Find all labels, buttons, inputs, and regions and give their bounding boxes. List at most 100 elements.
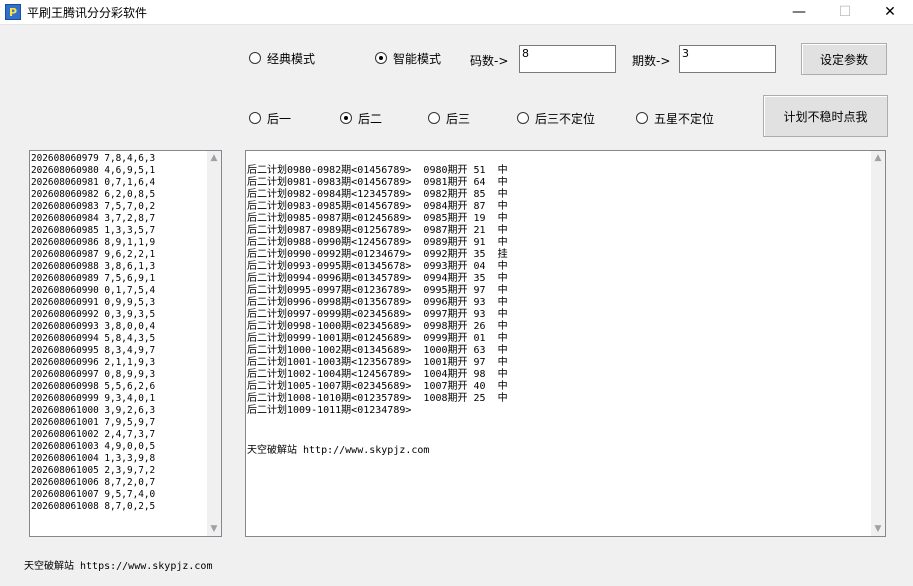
close-button[interactable]: ✕ — [867, 0, 913, 24]
history-row[interactable]: 202608060982 6,2,0,8,5 — [31, 189, 207, 201]
smart-mode-label: 智能模式 — [393, 51, 442, 66]
history-row[interactable]: 202608060983 7,5,7,0,2 — [31, 201, 207, 213]
radio-position-3[interactable]: 后三 — [428, 110, 470, 126]
history-row[interactable]: 202608060988 3,8,6,1,3 — [31, 261, 207, 273]
radio-smart-mode[interactable]: 智能模式 — [375, 50, 441, 66]
history-row[interactable]: 202608060992 0,3,9,3,5 — [31, 309, 207, 321]
history-row[interactable]: 202608060991 0,9,9,5,3 — [31, 297, 207, 309]
plan-line: 后二计划0993-0995期<01345678> 0993期开 04 中 — [247, 261, 508, 272]
plan-line: 后二计划1000-1002期<01345689> 1000期开 63 中 — [247, 345, 508, 356]
plan-lines: 后二计划0980-0982期<01456789> 0980期开 51 中后二计划… — [247, 165, 871, 417]
plan-line: 后二计划0980-0982期<01456789> 0980期开 51 中 — [247, 165, 508, 176]
radio-position-5-dot — [636, 112, 648, 124]
radio-position-2-dot — [340, 112, 352, 124]
app-icon: P — [5, 4, 21, 20]
title-bar: P 平刷王腾讯分分彩软件 — ☐ ✕ — [0, 0, 913, 24]
plan-scroll-up-icon[interactable]: ▲ — [871, 151, 885, 165]
history-row[interactable]: 202608061003 4,9,0,0,5 — [31, 441, 207, 453]
plan-output[interactable]: 后二计划0980-0982期<01456789> 0980期开 51 中后二计划… — [245, 150, 886, 537]
plan-line: 后二计划0990-0992期<01234679> 0992期开 35 挂 — [247, 249, 508, 260]
history-row[interactable]: 202608061007 9,5,7,4,0 — [31, 489, 207, 501]
radio-classic-dot — [249, 52, 261, 64]
radio-position-4-dot — [517, 112, 529, 124]
code-count-input[interactable]: 8 — [519, 45, 616, 73]
plan-line: 后二计划0995-0997期<01236789> 0995期开 97 中 — [247, 285, 508, 296]
history-row[interactable]: 202608061001 7,9,5,9,7 — [31, 417, 207, 429]
window-title: 平刷王腾讯分分彩软件 — [27, 5, 148, 20]
history-row[interactable]: 202608060995 8,3,4,9,7 — [31, 345, 207, 357]
history-row[interactable]: 202608061004 1,3,3,9,8 — [31, 453, 207, 465]
maximize-button[interactable]: ☐ — [822, 0, 868, 24]
history-row[interactable]: 202608061006 8,7,2,0,7 — [31, 477, 207, 489]
plan-line: 后二计划1008-1010期<01235789> 1008期开 25 中 — [247, 393, 508, 404]
plan-line: 后二计划1001-1003期<12356789> 1001期开 97 中 — [247, 357, 508, 368]
history-row[interactable]: 202608060999 9,3,4,0,1 — [31, 393, 207, 405]
period-count-input[interactable]: 3 — [679, 45, 776, 73]
plan-footer: 天空破解站 http://www.skypjz.com — [247, 445, 430, 456]
radio-position-1[interactable]: 后一 — [249, 110, 291, 126]
history-row[interactable]: 202608061000 3,9,2,6,3 — [31, 405, 207, 417]
history-row[interactable]: 202608060998 5,5,6,2,6 — [31, 381, 207, 393]
position-2-label: 后二 — [358, 111, 383, 126]
radio-position-2[interactable]: 后二 — [340, 110, 382, 126]
position-1-label: 后一 — [267, 111, 292, 126]
classic-mode-label: 经典模式 — [267, 51, 316, 66]
position-3-label: 后三 — [446, 111, 471, 126]
radio-position-3-dot — [428, 112, 440, 124]
history-row[interactable]: 202608060997 0,8,9,9,3 — [31, 369, 207, 381]
history-row[interactable]: 202608060996 2,1,1,9,3 — [31, 357, 207, 369]
minimize-icon: — — [792, 4, 806, 20]
plan-line: 后二计划0987-0989期<01256789> 0987期开 21 中 — [247, 225, 508, 236]
history-row[interactable]: 202608061008 8,7,0,2,5 — [31, 501, 207, 513]
scroll-up-icon[interactable]: ▲ — [207, 151, 221, 165]
radio-position-1-dot — [249, 112, 261, 124]
history-row[interactable]: 202608060993 3,8,0,0,4 — [31, 321, 207, 333]
history-list[interactable]: 202608060979 7,8,4,6,3 202608060980 4,6,9… — [29, 150, 222, 537]
history-row[interactable]: 202608060985 1,3,3,5,7 — [31, 225, 207, 237]
status-text: 天空破解站 https://www.skypjz.com — [24, 561, 213, 572]
history-row[interactable]: 202608060980 4,6,9,5,1 — [31, 165, 207, 177]
history-row[interactable]: 202608060989 7,5,6,9,1 — [31, 273, 207, 285]
history-row[interactable]: 202608061002 2,4,7,3,7 — [31, 429, 207, 441]
history-row[interactable]: 202608060984 3,7,2,8,7 — [31, 213, 207, 225]
plan-line: 后二计划0999-1001期<01245689> 0999期开 01 中 — [247, 333, 508, 344]
plan-line: 后二计划0983-0985期<01456789> 0984期开 87 中 — [247, 201, 508, 212]
radio-position-4[interactable]: 后三不定位 — [517, 110, 595, 126]
plan-line: 后二计划0982-0984期<12345789> 0982期开 85 中 — [247, 189, 508, 200]
title-divider — [0, 24, 913, 25]
position-5-label: 五星不定位 — [654, 111, 715, 126]
radio-position-5[interactable]: 五星不定位 — [636, 110, 714, 126]
history-row[interactable]: 202608060994 5,8,4,3,5 — [31, 333, 207, 345]
unstable-plan-button[interactable]: 计划不稳时点我 — [763, 95, 888, 137]
plan-line: 后二计划0997-0999期<02345689> 0997期开 93 中 — [247, 309, 508, 320]
plan-line: 后二计划0994-0996期<01345789> 0994期开 35 中 — [247, 273, 508, 284]
history-row[interactable]: 202608060981 0,7,1,6,4 — [31, 177, 207, 189]
plan-line: 后二计划1005-1007期<02345689> 1007期开 40 中 — [247, 381, 508, 392]
maximize-icon: ☐ — [838, 4, 852, 20]
close-icon: ✕ — [884, 4, 896, 20]
history-rows: 202608060979 7,8,4,6,3 202608060980 4,6,9… — [31, 153, 207, 513]
radio-classic-mode[interactable]: 经典模式 — [249, 50, 315, 66]
history-row[interactable]: 202608061005 2,3,9,7,2 — [31, 465, 207, 477]
code-count-label: 码数-> — [470, 54, 509, 68]
plan-line: 后二计划0988-0990期<12456789> 0989期开 91 中 — [247, 237, 508, 248]
history-scrollbar[interactable]: ▲ ▼ — [207, 151, 221, 536]
plan-line: 后二计划0985-0987期<01245689> 0985期开 19 中 — [247, 213, 508, 224]
plan-line: 后二计划0998-1000期<02345689> 0998期开 26 中 — [247, 321, 508, 332]
plan-scroll-down-icon[interactable]: ▼ — [871, 522, 885, 536]
minimize-button[interactable]: — — [776, 0, 822, 24]
radio-smart-dot — [375, 52, 387, 64]
history-row[interactable]: 202608060986 8,9,1,1,9 — [31, 237, 207, 249]
position-4-label: 后三不定位 — [535, 111, 596, 126]
history-row[interactable]: 202608060990 0,1,7,5,4 — [31, 285, 207, 297]
plan-line: 后二计划1002-1004期<12456789> 1004期开 98 中 — [247, 369, 508, 380]
plan-line: 后二计划0981-0983期<01456789> 0981期开 64 中 — [247, 177, 508, 188]
history-row[interactable]: 202608060979 7,8,4,6,3 — [31, 153, 207, 165]
plan-scrollbar[interactable]: ▲ ▼ — [871, 151, 885, 536]
history-row[interactable]: 202608060987 9,6,2,2,1 — [31, 249, 207, 261]
plan-line: 后二计划0996-0998期<01356789> 0996期开 93 中 — [247, 297, 508, 308]
scroll-down-icon[interactable]: ▼ — [207, 522, 221, 536]
period-count-label: 期数-> — [632, 54, 671, 68]
set-params-button[interactable]: 设定参数 — [801, 43, 887, 75]
plan-line: 后二计划1009-1011期<01234789> — [247, 405, 412, 416]
